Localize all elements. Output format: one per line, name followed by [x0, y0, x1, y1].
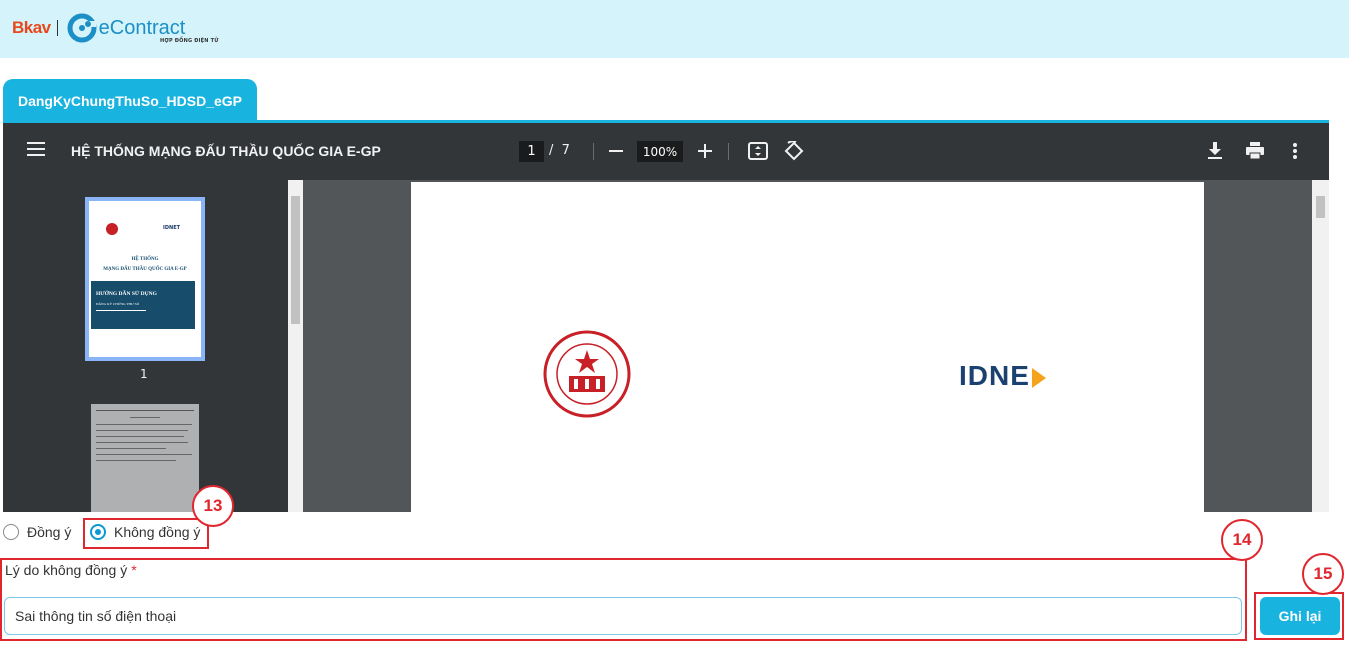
pdf-title: HỆ THỐNG MẠNG ĐẤU THẦU QUỐC GIA E-GP: [71, 143, 381, 159]
print-icon[interactable]: [1243, 139, 1267, 163]
menu-icon[interactable]: [27, 142, 47, 160]
page-scrollbar[interactable]: [1312, 180, 1329, 512]
econtract-wordmark: eContract: [99, 17, 186, 39]
callout-box-15: [1254, 592, 1344, 640]
thumb-box-title: HƯỚNG DẪN SỬ DỤNG: [96, 291, 157, 297]
thumb-heading: HỆ THỐNG: [131, 257, 159, 262]
econtract-name: eContract: [98, 17, 186, 39]
fit-page-icon[interactable]: [746, 139, 770, 163]
callout-box-13: [83, 518, 209, 549]
thumb-box-subtitle: ĐĂNG KÝ CHỨNG THƯ SỐ: [96, 302, 140, 306]
pdf-page: IDNE: [411, 182, 1204, 512]
page-separator: /: [549, 143, 554, 158]
toolbar-divider: [593, 143, 594, 160]
idnet-arrow-icon: [1031, 367, 1046, 388]
page-number-input[interactable]: 1: [519, 141, 544, 162]
download-icon[interactable]: [1203, 139, 1227, 163]
rotate-icon[interactable]: [782, 139, 806, 163]
econtract-logo-icon: [67, 13, 97, 43]
page-count: / 7: [549, 143, 570, 158]
app-header: Bkav eContract HỢP ĐỒNG ĐIỆN TỬ: [0, 0, 1349, 58]
step-badge-13: 13: [192, 485, 234, 527]
radio-agree[interactable]: Đồng ý: [3, 524, 71, 540]
pdf-viewer[interactable]: HỆ THỐNG MẠNG ĐẤU THẦU QUỐC GIA E-GP 1 /…: [3, 123, 1329, 512]
econtract-tagline: HỢP ĐỒNG ĐIỆN TỬ: [160, 38, 219, 44]
toolbar-divider: [728, 143, 729, 160]
pdf-toolbar: HỆ THỐNG MẠNG ĐẤU THẦU QUỐC GIA E-GP 1 /…: [3, 123, 1329, 180]
thumb-heading: MẠNG ĐẤU THẦU QUỐC GIA E-GP: [103, 267, 187, 272]
tab-document[interactable]: DangKyChungThuSo_HDSD_eGP: [3, 79, 257, 122]
step-badge-14: 14: [1221, 519, 1263, 561]
zoom-level-input[interactable]: 100%: [637, 141, 683, 162]
scrollbar-thumb[interactable]: [1316, 196, 1325, 218]
thumbnail-page-1[interactable]: IDNET HỆ THỐNG MẠNG ĐẤU THẦU QUỐC GIA E-…: [85, 197, 205, 361]
thumb-box-divider: [96, 310, 146, 311]
thumbnail-scrollbar[interactable]: [288, 180, 303, 512]
thumbnail-page-number: 1: [140, 367, 148, 381]
thumbnail-page-2[interactable]: [91, 404, 199, 512]
thumb-title-box: HƯỚNG DẪN SỬ DỤNG ĐĂNG KÝ CHỨNG THƯ SỐ: [91, 281, 195, 329]
ministry-seal-icon: [543, 330, 631, 418]
total-pages: 7: [561, 143, 570, 158]
bkav-logo-text: Bkav: [12, 18, 51, 37]
thumbnail-panel[interactable]: IDNET HỆ THỐNG MẠNG ĐẤU THẦU QUỐC GIA E-…: [3, 180, 288, 512]
callout-box-14: [0, 558, 1247, 641]
ministry-seal-icon: [106, 223, 118, 235]
zoom-in-icon[interactable]: [693, 139, 717, 163]
scrollbar-thumb[interactable]: [291, 196, 300, 324]
more-icon[interactable]: [1283, 139, 1307, 163]
radio-agree-label: Đồng ý: [27, 524, 72, 540]
radio-agree-button[interactable]: [3, 524, 19, 540]
logo-divider: [56, 20, 58, 36]
idnet-logo-text: IDNE: [959, 360, 1030, 391]
idnet-logo: IDNE: [959, 360, 1046, 392]
step-badge-15: 15: [1302, 553, 1344, 595]
thumb-brand: IDNET: [163, 225, 181, 231]
zoom-out-icon[interactable]: [604, 139, 628, 163]
